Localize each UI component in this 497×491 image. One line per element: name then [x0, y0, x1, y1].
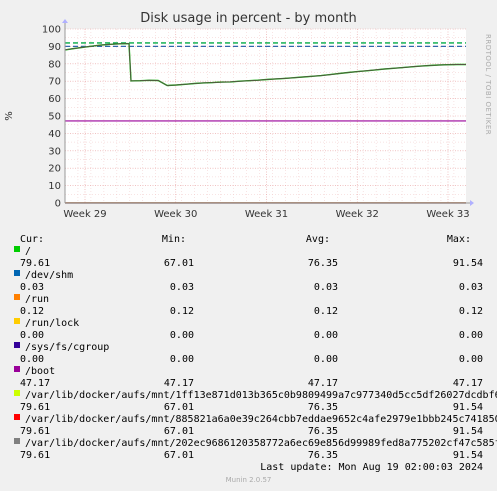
- legend-value-min: 0.12: [169, 306, 194, 317]
- legend-value-avg: 0.12: [313, 306, 338, 317]
- legend-value-max: 0.12: [458, 306, 483, 317]
- x-tick-label: Week 29: [63, 209, 106, 220]
- legend-item: /var/lib/docker/aufs/mnt/202ec9686120358…: [0, 438, 497, 450]
- legend-value-cur: 0.00: [20, 354, 45, 365]
- legend-swatch-icon: [14, 366, 20, 372]
- legend-swatch-icon: [14, 318, 20, 324]
- legend-header-min: Min:: [161, 234, 186, 245]
- y-tick-label: 0: [55, 199, 61, 210]
- legend-item: /: [0, 246, 497, 258]
- y-tick-label: 70: [48, 77, 61, 88]
- x-tick-label: Week 30: [154, 209, 197, 220]
- legend-values: 79.61 67.01 76.35 91.54: [0, 426, 497, 438]
- legend-item-name: /var/lib/docker/aufs/mnt/1ff13e871d013b3…: [25, 390, 497, 401]
- legend-header-cur: Cur:: [20, 234, 45, 245]
- legend-value-min: 0.00: [169, 354, 194, 365]
- legend-value-avg: 0.00: [313, 330, 338, 341]
- y-tick-label: 30: [48, 146, 61, 157]
- legend-values: 79.61 67.01 76.35 91.54: [0, 402, 497, 414]
- legend-value-min: 67.01: [163, 402, 194, 413]
- legend-values: 0.03 0.03 0.03 0.03: [0, 282, 497, 294]
- legend-value-avg: 76.35: [307, 402, 338, 413]
- legend-swatch-icon: [14, 390, 20, 396]
- legend-swatch-icon: [14, 270, 20, 276]
- disk-usage-chart: 0 10 20 30 40 50 60 70 80 90 100 Week 29 Week 30 Week…: [4, 19, 474, 220]
- legend-swatch-icon: [14, 246, 20, 252]
- y-tick-label: 60: [48, 94, 61, 105]
- legend-value-cur: 79.61: [20, 258, 51, 269]
- legend-value-max: 0.00: [458, 330, 483, 341]
- legend-value-avg: 76.35: [307, 258, 338, 269]
- legend-value-max: 0.03: [458, 282, 483, 293]
- legend-item: /run: [0, 294, 497, 306]
- legend-value-max: 91.54: [452, 402, 483, 413]
- legend-value-avg: 0.03: [313, 282, 338, 293]
- legend-values: 0.12 0.12 0.12 0.12: [0, 306, 497, 318]
- legend-item: /var/lib/docker/aufs/mnt/885821a6a0e39c2…: [0, 414, 497, 426]
- y-tick-label: 10: [48, 181, 61, 192]
- legend-item: /run/lock: [0, 318, 497, 330]
- y-tick-label: 100: [42, 25, 61, 36]
- y-tick-label: 40: [48, 129, 61, 140]
- legend-swatch-icon: [14, 438, 20, 444]
- legend-value-min: 0.00: [169, 330, 194, 341]
- legend-value-avg: 76.35: [307, 450, 338, 461]
- munin-version: Munin 2.0.57: [225, 476, 272, 484]
- y-axis-arrow-icon: [62, 19, 68, 23]
- legend-values: 47.17 47.17 47.17 47.17: [0, 378, 497, 390]
- legend-value-cur: 79.61: [20, 426, 51, 437]
- legend-item-name: /dev/shm: [25, 270, 74, 281]
- legend-values: 79.61 67.01 76.35 91.54: [0, 450, 497, 462]
- legend-values: 0.00 0.00 0.00 0.00: [0, 354, 497, 366]
- x-tick-label: Week 32: [336, 209, 379, 220]
- legend-item: /var/lib/docker/aufs/mnt/1ff13e871d013b3…: [0, 390, 497, 402]
- legend-item: /sys/fs/cgroup: [0, 342, 497, 354]
- legend-value-max: 91.54: [452, 450, 483, 461]
- y-axis-label: %: [4, 111, 15, 121]
- legend-header-avg: Avg:: [305, 234, 330, 245]
- legend-value-cur: 0.12: [20, 306, 45, 317]
- legend-value-max: 91.54: [452, 426, 483, 437]
- x-tick-label: Week 33: [426, 209, 469, 220]
- legend-header-max: Max:: [446, 234, 471, 245]
- legend-header: Cur: Min: Avg: Max:: [0, 234, 497, 246]
- legend-value-avg: 76.35: [307, 426, 338, 437]
- legend-value-cur: 79.61: [20, 450, 51, 461]
- legend-item-name: /run: [25, 294, 50, 305]
- legend-values: 0.00 0.00 0.00 0.00: [0, 330, 497, 342]
- legend-value-cur: 79.61: [20, 402, 51, 413]
- y-tick-label: 20: [48, 164, 61, 175]
- legend-item: /dev/shm: [0, 270, 497, 282]
- legend-item: /boot: [0, 366, 497, 378]
- legend-value-avg: 0.00: [313, 354, 338, 365]
- last-update: Last update: Mon Aug 19 02:00:03 2024: [260, 462, 483, 473]
- legend-swatch-icon: [14, 294, 20, 300]
- legend-value-min: 67.01: [163, 450, 194, 461]
- legend-values: 79.61 67.01 76.35 91.54: [0, 258, 497, 270]
- y-tick-label: 50: [48, 112, 61, 123]
- legend-value-cur: 0.03: [20, 282, 45, 293]
- legend-item-name: /boot: [25, 366, 56, 377]
- legend-value-avg: 47.17: [307, 378, 338, 389]
- x-axis-arrow-icon: [470, 200, 474, 206]
- legend-value-max: 91.54: [452, 258, 483, 269]
- legend-swatch-icon: [14, 342, 20, 348]
- legend-item-name: /sys/fs/cgroup: [25, 342, 110, 353]
- legend-value-max: 0.00: [458, 354, 483, 365]
- legend-value-max: 47.17: [452, 378, 483, 389]
- y-tick-label: 90: [48, 42, 61, 53]
- legend-item-name: /var/lib/docker/aufs/mnt/885821a6a0e39c2…: [25, 414, 497, 425]
- legend-item-name: /run/lock: [25, 318, 80, 329]
- legend-value-min: 0.03: [169, 282, 194, 293]
- legend-value-min: 67.01: [163, 258, 194, 269]
- x-tick-label: Week 31: [245, 209, 288, 220]
- legend-swatch-icon: [14, 414, 20, 420]
- legend-value-cur: 0.00: [20, 330, 45, 341]
- legend-value-cur: 47.17: [20, 378, 51, 389]
- legend-item-name: /var/lib/docker/aufs/mnt/202ec9686120358…: [25, 438, 497, 449]
- legend-value-min: 47.17: [163, 378, 194, 389]
- legend-value-min: 67.01: [163, 426, 194, 437]
- legend-item-name: /: [25, 246, 32, 257]
- y-tick-label: 80: [48, 59, 61, 70]
